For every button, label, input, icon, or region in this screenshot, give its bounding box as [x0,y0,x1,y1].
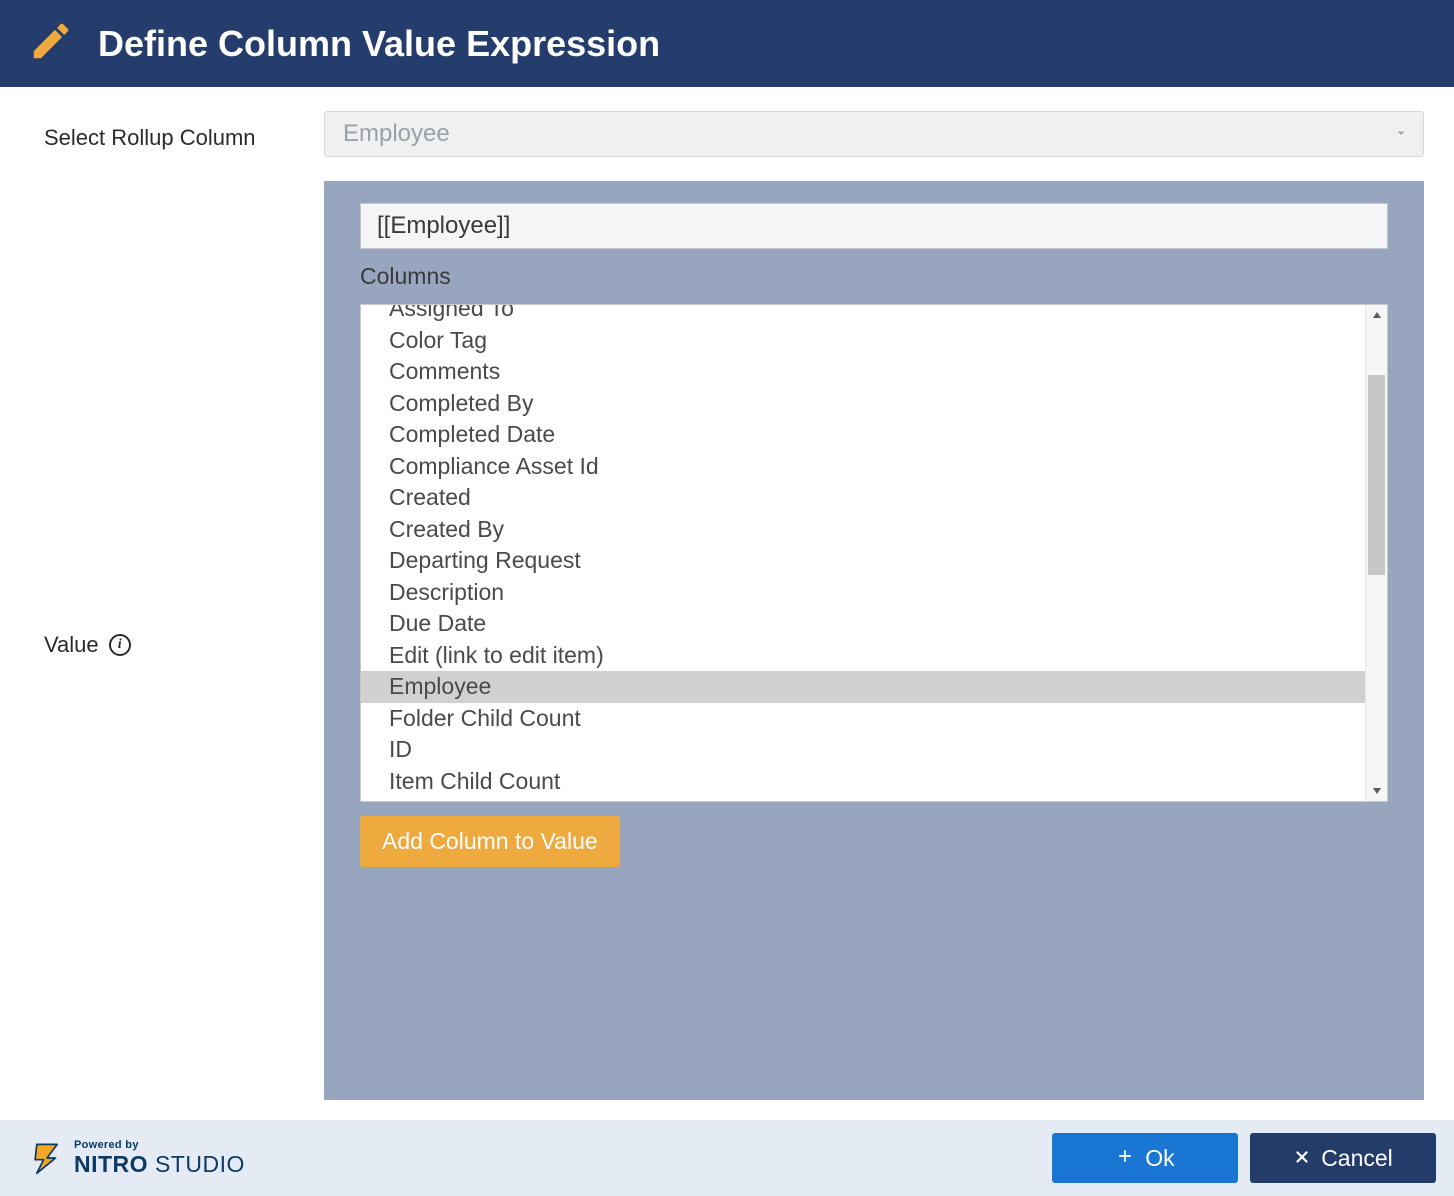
cancel-button[interactable]: Cancel [1250,1133,1436,1183]
add-column-to-value-button[interactable]: Add Column to Value [360,816,620,867]
value-panel: Columns Assigned ToColor TagCommentsComp… [324,181,1424,1100]
list-item[interactable]: Color Tag [361,325,1365,357]
cancel-button-label: Cancel [1321,1145,1393,1172]
brand-name: NITRO STUDIO [74,1151,245,1178]
columns-list[interactable]: Assigned ToColor TagCommentsCompleted By… [361,305,1365,801]
dialog-header: Define Column Value Expression [0,0,1454,87]
list-item[interactable]: ID [361,734,1365,766]
brand-name-bold: NITRO [74,1151,148,1177]
list-item[interactable]: Folder Child Count [361,703,1365,735]
value-input[interactable] [360,203,1388,249]
list-item[interactable]: Assigned To [361,305,1365,325]
scrollbar-thumb[interactable] [1368,375,1385,575]
list-item[interactable]: Compliance Asset Id [361,451,1365,483]
value-label-text: Value [44,632,99,658]
list-item[interactable]: Created [361,482,1365,514]
brand: Powered by NITRO STUDIO [30,1139,245,1178]
plus-icon [1115,1145,1135,1172]
footer-buttons: Ok Cancel [1052,1133,1436,1183]
nitro-logo-icon [30,1141,64,1175]
list-item[interactable]: Comments [361,356,1365,388]
list-item[interactable]: Completed Date [361,419,1365,451]
list-item[interactable]: Due Date [361,608,1365,640]
pencil-icon [28,18,74,69]
list-item[interactable]: Completed By [361,388,1365,420]
powered-by-text: Powered by [74,1139,245,1151]
brand-name-thin: STUDIO [148,1151,245,1177]
dialog-footer: Powered by NITRO STUDIO Ok Cancel [0,1120,1454,1196]
brand-text: Powered by NITRO STUDIO [74,1139,245,1178]
dialog-body: Select Rollup Column Employee Value i Co… [0,87,1454,1120]
ok-button-label: Ok [1145,1145,1174,1172]
rollup-column-value: Employee [343,120,450,148]
chevron-down-icon [1393,120,1409,148]
list-item[interactable]: Created By [361,514,1365,546]
scroll-up-icon[interactable] [1366,305,1387,325]
list-item[interactable]: Label applied by [361,797,1365,801]
list-item[interactable]: Edit (link to edit item) [361,640,1365,672]
value-label: Value i [44,181,324,1100]
columns-scrollbar[interactable] [1365,305,1387,801]
list-item[interactable]: Description [361,577,1365,609]
columns-label: Columns [360,263,1388,290]
list-item[interactable]: Departing Request [361,545,1365,577]
ok-button[interactable]: Ok [1052,1133,1238,1183]
rollup-column-select[interactable]: Employee [324,111,1424,157]
list-item[interactable]: Employee [361,671,1365,703]
columns-listbox: Assigned ToColor TagCommentsCompleted By… [360,304,1388,802]
rollup-column-label: Select Rollup Column [44,111,324,157]
scroll-down-icon[interactable] [1366,781,1387,801]
close-icon [1293,1145,1311,1172]
dialog-title: Define Column Value Expression [98,23,660,65]
list-item[interactable]: Item Child Count [361,766,1365,798]
info-icon[interactable]: i [109,634,131,656]
